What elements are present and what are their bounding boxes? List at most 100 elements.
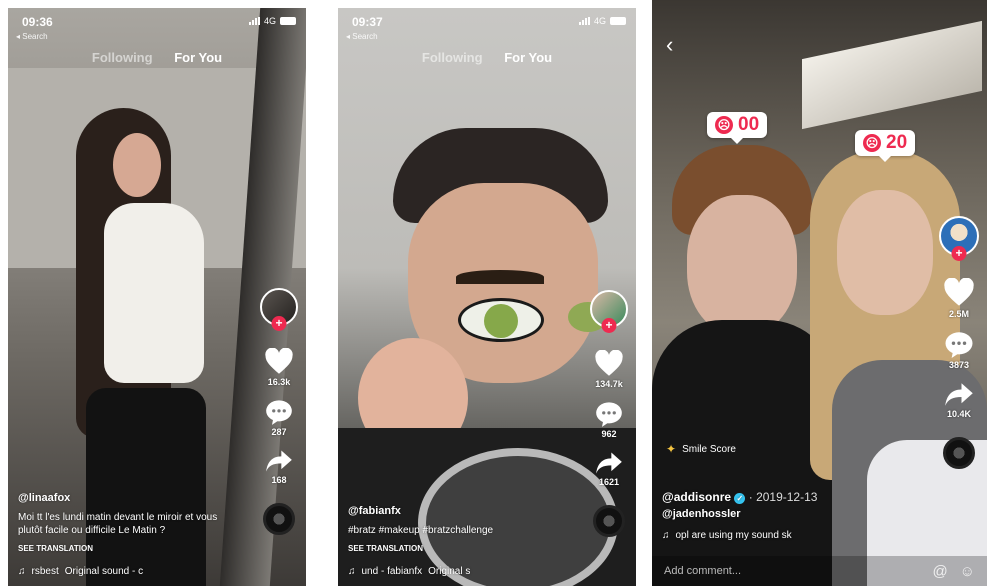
action-rail: + 134.7k 962 1621 <box>590 290 628 537</box>
tab-for-you[interactable]: For You <box>174 50 222 65</box>
share-button[interactable]: 1621 <box>595 451 623 487</box>
video-screen-2[interactable]: 09:37 ◂ Search 4G Following For You + 13… <box>338 8 636 586</box>
creator-username[interactable]: @linaafox <box>18 492 233 505</box>
sound-disc[interactable] <box>263 503 295 535</box>
sound-creator: und - fabianfx <box>361 566 423 577</box>
creator-username-row: @addisonre ✓ · 2019-12-13 <box>662 491 817 504</box>
music-disc-icon <box>263 503 295 535</box>
see-translation-link[interactable]: SEE TRANSLATION <box>18 542 233 555</box>
video-screen-3[interactable]: ‹ ☹ 00 ☹ 20 + 2.5M 3873 10.4K ✦ Smile Sc… <box>652 0 987 586</box>
comment-button[interactable]: 287 <box>265 399 293 437</box>
share-button[interactable]: 168 <box>265 449 293 485</box>
comment-input[interactable]: Add comment... <box>664 565 741 577</box>
video-caption: @addisonre ✓ · 2019-12-13 @jadenhossler … <box>662 491 817 542</box>
like-count: 134.7k <box>595 379 623 389</box>
person-left-face <box>687 195 797 335</box>
smile-score-badge-right: ☹ 20 <box>855 130 916 156</box>
comment-icon <box>596 402 622 427</box>
comment-icon <box>266 400 292 425</box>
share-arrow-icon <box>266 450 292 472</box>
creator-username[interactable]: @addisonre <box>662 490 731 504</box>
like-button[interactable]: 2.5M <box>943 278 975 319</box>
sound-disc[interactable] <box>593 505 625 537</box>
feed-tabs: Following For You <box>338 50 636 65</box>
battery-icon <box>280 17 296 25</box>
back-chevron-icon[interactable]: ‹ <box>666 32 673 58</box>
follow-plus-icon[interactable]: + <box>601 318 617 333</box>
signal-icon <box>578 17 590 25</box>
creator-username[interactable]: @fabianfx <box>348 505 563 518</box>
follow-plus-icon[interactable]: + <box>271 316 287 331</box>
heart-icon <box>595 350 623 376</box>
eye-iris <box>484 304 518 338</box>
tab-following[interactable]: Following <box>422 50 483 65</box>
heart-icon <box>265 348 293 374</box>
video-caption: @linaafox Moi tt l'es lundi matin devant… <box>18 492 233 578</box>
see-translation-link[interactable]: SEE TRANSLATION <box>348 542 563 555</box>
creator-avatar[interactable]: + <box>590 290 628 333</box>
smile-score-badge-left: ☹ 00 <box>707 112 768 138</box>
status-indicators: 4G <box>578 16 626 26</box>
comment-button[interactable]: 962 <box>595 401 623 439</box>
at-mention-icon[interactable]: @ <box>932 563 947 580</box>
sad-face-icon: ☹ <box>863 134 881 152</box>
back-to-search[interactable]: ◂ Search <box>346 32 378 41</box>
video-screen-1[interactable]: 09:36 ◂ Search 4G Following For You + 16… <box>8 8 306 586</box>
person-right-face <box>837 190 933 315</box>
like-button[interactable]: 134.7k <box>594 350 624 389</box>
share-button[interactable]: 10.4K <box>944 382 974 419</box>
verified-badge-icon: ✓ <box>734 493 746 504</box>
tab-for-you[interactable]: For You <box>504 50 552 65</box>
drawn-eyebrow <box>456 270 544 284</box>
tab-following[interactable]: Following <box>92 50 153 65</box>
status-time: 09:36 <box>22 15 53 29</box>
creator-avatar[interactable]: + <box>260 288 298 331</box>
sound-row[interactable]: ♫ und - fabianfx Original s <box>348 565 563 578</box>
person-top <box>104 203 204 383</box>
like-count: 2.5M <box>948 309 969 319</box>
comment-actions: @ ☺ <box>932 563 975 580</box>
video-description: #bratz #makeup #bratzchallenge <box>348 525 494 536</box>
comment-count: 3873 <box>948 360 970 370</box>
comment-count: 287 <box>271 427 287 437</box>
like-button[interactable]: 16.3k <box>264 348 294 387</box>
network-label: 4G <box>593 16 606 26</box>
back-to-search[interactable]: ◂ Search <box>16 32 48 41</box>
comment-bar: Add comment... @ ☺ <box>652 556 987 586</box>
music-disc-icon <box>943 437 975 469</box>
action-rail: + 16.3k 287 168 <box>260 288 298 535</box>
music-disc-icon <box>593 505 625 537</box>
battery-icon <box>610 17 626 25</box>
share-count: 1621 <box>598 477 620 487</box>
sound-creator: rsbest <box>31 566 59 577</box>
video-caption: @fabianfx #bratz #makeup #bratzchallenge… <box>348 505 563 578</box>
sound-row[interactable]: ♫ opl are using my sound sk <box>662 529 817 542</box>
post-date: · 2019-12-13 <box>748 490 818 504</box>
action-rail: + 2.5M 3873 10.4K <box>939 216 979 469</box>
status-time: 09:37 <box>352 15 383 29</box>
signal-icon <box>248 17 260 25</box>
comment-button[interactable]: 3873 <box>944 331 974 370</box>
sound-title: Original sound - c <box>64 566 144 577</box>
video-description: Moi tt l'es lundi matin devant le miroir… <box>18 512 218 536</box>
comment-icon <box>945 332 973 358</box>
sound-title: Original s <box>428 566 471 577</box>
effect-chip[interactable]: ✦ Smile Score <box>666 442 736 456</box>
score-value: 20 <box>886 132 908 153</box>
creator-avatar[interactable]: + <box>939 216 979 261</box>
comment-count: 962 <box>601 429 617 439</box>
music-note-icon: ♫ <box>662 530 670 541</box>
emoji-icon[interactable]: ☺ <box>960 563 975 580</box>
feed-tabs: Following For You <box>8 50 306 65</box>
sound-disc[interactable] <box>943 437 975 469</box>
follow-plus-icon[interactable]: + <box>951 246 967 261</box>
music-note-icon: ♫ <box>18 566 26 577</box>
mention-tag[interactable]: @jadenhossler <box>662 508 817 521</box>
sound-row[interactable]: ♫ rsbest Original sound - c <box>18 565 233 578</box>
ceiling-light <box>802 20 982 130</box>
heart-icon <box>944 278 974 306</box>
share-arrow-icon <box>945 383 973 406</box>
score-value: 00 <box>738 114 760 135</box>
status-indicators: 4G <box>248 16 296 26</box>
network-label: 4G <box>263 16 276 26</box>
